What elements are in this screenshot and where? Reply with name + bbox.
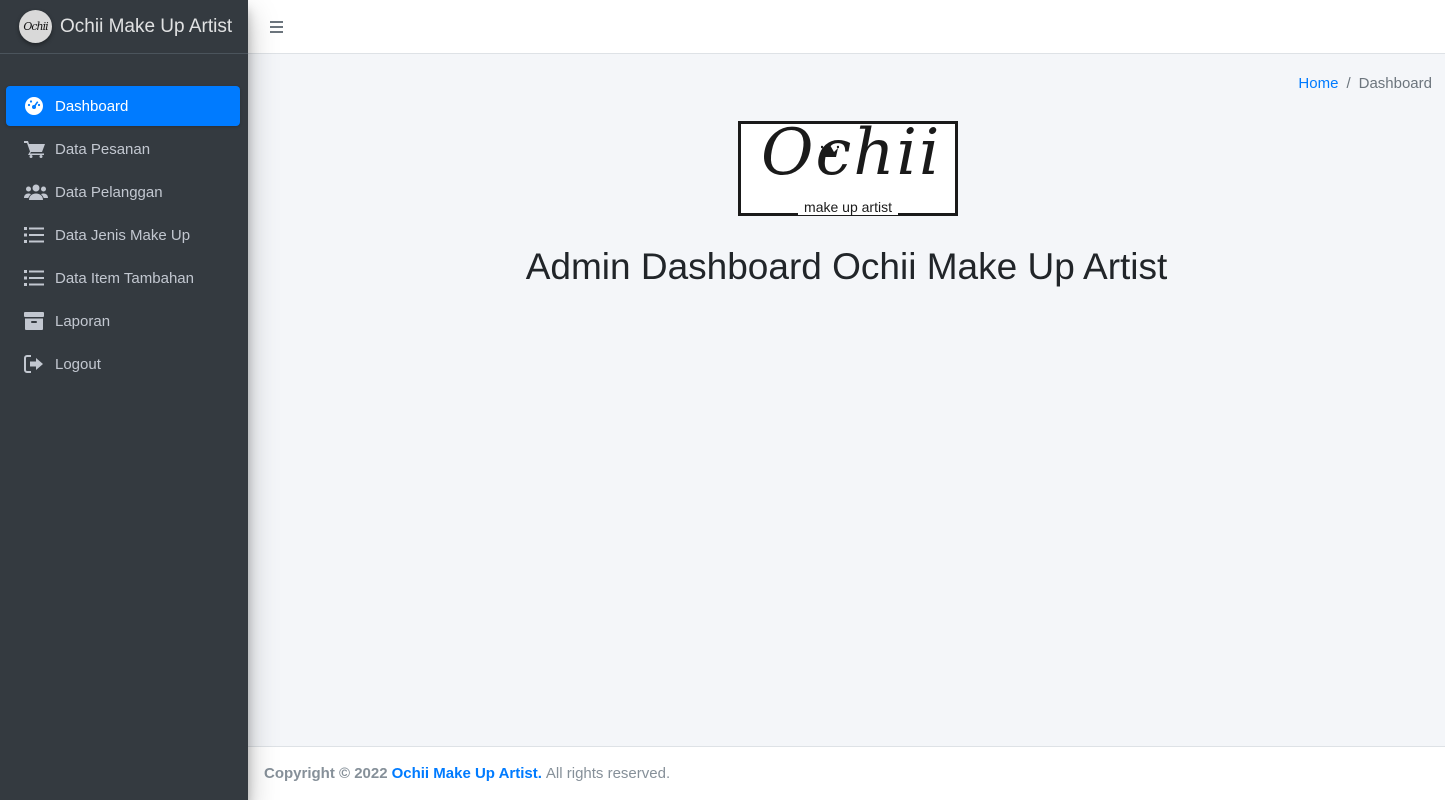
sidebar-item-label: Data Jenis Make Up [55, 226, 191, 244]
logo-subtitle-text: make up artist [798, 199, 898, 215]
logo-subtitle: make up artist [741, 199, 955, 217]
breadcrumb-current: Dashboard [1358, 75, 1432, 92]
sign-out-icon [24, 354, 48, 374]
sidebar-item-label: Laporan [55, 312, 111, 330]
sidebar-item-label: Data Pelanggan [55, 183, 163, 201]
crown-icon [821, 144, 839, 157]
users-icon [24, 182, 48, 202]
footer: Copyright © 2022 Ochii Make Up Artist. A… [248, 746, 1445, 800]
brand-title: Ochii Make Up Artist [60, 15, 233, 37]
breadcrumb-separator: / [1346, 75, 1351, 92]
brand-link[interactable]: Ochii Ochii Make Up Artist [0, 0, 248, 54]
sidebar-item-data-pesanan[interactable]: Data Pesanan [6, 129, 240, 169]
ochii-logo: Ochii make up artist [738, 116, 958, 217]
sidebar-item-label: Data Item Tambahan [55, 269, 194, 287]
top-navbar [248, 0, 1445, 54]
shopping-cart-icon [24, 139, 48, 159]
sidebar-item-data-pelanggan[interactable]: Data Pelanggan [6, 172, 240, 212]
footer-copyright: Copyright © 2022 [264, 765, 388, 782]
logo-script-text: Ochii [761, 116, 942, 190]
sidebar-item-label: Logout [55, 355, 101, 373]
sidebar: Ochii Ochii Make Up Artist Dashboard Dat… [0, 0, 248, 800]
sidebar-item-data-item-tambahan[interactable]: Data Item Tambahan [6, 258, 240, 298]
footer-brand-link[interactable]: Ochii Make Up Artist. [392, 765, 542, 782]
sidebar-item-dashboard[interactable]: Dashboard [6, 86, 240, 126]
archive-icon [24, 311, 48, 331]
hamburger-icon[interactable] [270, 18, 288, 36]
sidebar-item-logout[interactable]: Logout [6, 344, 240, 384]
page-title: Admin Dashboard Ochii Make Up Artist [525, 246, 1168, 287]
breadcrumb: Home / Dashboard [1298, 75, 1432, 92]
sidebar-item-laporan[interactable]: Laporan [6, 301, 240, 341]
main-content: Home / Dashboard Ochii make up artist Ad… [248, 54, 1445, 746]
sidebar-nav: Dashboard Data Pesanan Data Pelanggan Da… [0, 54, 248, 384]
footer-rights: All rights reserved. [545, 765, 671, 782]
list-icon [24, 268, 48, 288]
tachometer-icon [24, 96, 48, 116]
brand-logo-text: Ochii [23, 20, 48, 33]
brand-logo: Ochii [19, 10, 52, 43]
sidebar-item-data-jenis-make-up[interactable]: Data Jenis Make Up [6, 215, 240, 255]
breadcrumb-home-link[interactable]: Home [1298, 75, 1338, 92]
list-icon [24, 225, 48, 245]
sidebar-item-label: Data Pesanan [55, 140, 151, 158]
sidebar-item-label: Dashboard [55, 97, 129, 115]
